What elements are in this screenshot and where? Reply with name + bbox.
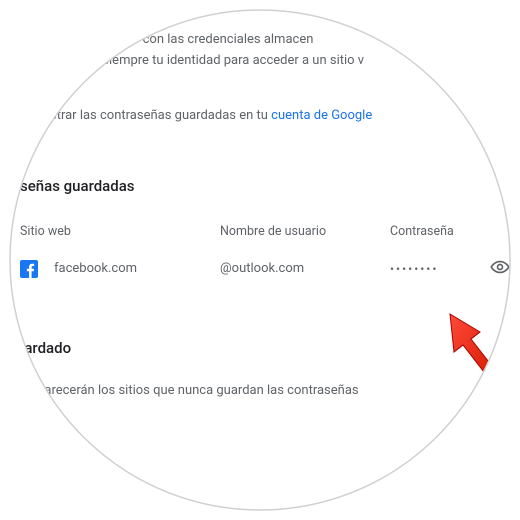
eye-icon	[490, 257, 510, 281]
facebook-icon	[20, 260, 38, 278]
saved-passwords-title: señas guardadas	[0, 177, 520, 195]
show-password-button[interactable]	[485, 257, 515, 281]
col-pass: Contraseña	[390, 224, 485, 239]
desc-line-2: onfirmar siempre tu identidad para acced…	[50, 53, 364, 68]
auto-signin-description: a los sitios web con las credenciales al…	[0, 30, 520, 72]
col-user: Nombre de usuario	[220, 224, 390, 239]
manage-passwords-row: strar las contraseñas guardadas en tu cu…	[0, 108, 520, 123]
password-cell: ••••••••	[390, 262, 485, 276]
never-saved-title: uardado	[0, 339, 520, 357]
settings-content: a los sitios web con las credenciales al…	[0, 0, 520, 398]
table-header: Sitio web Nombre de usuario Contraseña	[20, 217, 500, 247]
username-cell: @outlook.com	[220, 261, 390, 276]
passwords-table: Sitio web Nombre de usuario Contraseña f…	[0, 217, 520, 291]
never-saved-hint: aparecerán los sitios que nunca guardan …	[0, 383, 520, 398]
col-site: Sitio web	[20, 224, 220, 239]
site-name: facebook.com	[54, 261, 137, 276]
desc-line-1: a los sitios web con las credenciales al…	[50, 32, 313, 47]
site-cell[interactable]: facebook.com	[20, 260, 220, 278]
google-account-link[interactable]: cuenta de Google	[271, 108, 372, 123]
manage-text: strar las contraseñas guardadas en tu	[50, 108, 271, 123]
table-row[interactable]: facebook.com @outlook.com ••••••••	[20, 247, 500, 291]
